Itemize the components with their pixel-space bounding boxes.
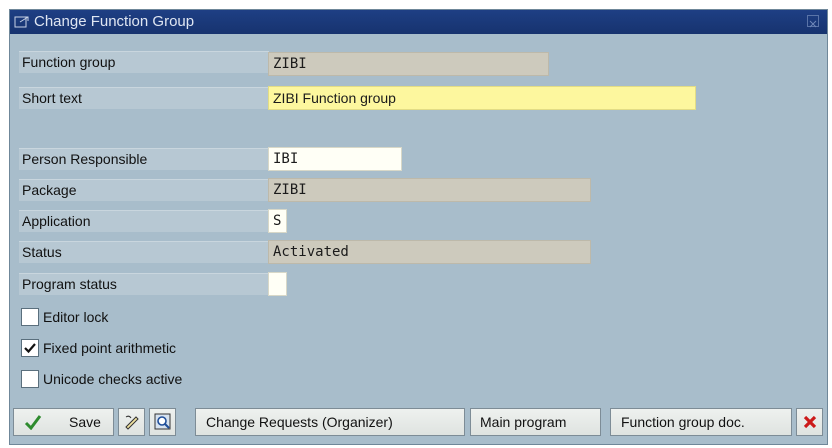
edit-button[interactable] bbox=[118, 408, 145, 436]
function-group-row: Function group bbox=[19, 51, 269, 73]
main-program-button[interactable]: Main program bbox=[470, 408, 601, 436]
person-responsible-row: Person Responsible bbox=[19, 148, 269, 170]
person-responsible-input[interactable]: IBI bbox=[268, 147, 402, 171]
unicode-checks-checkbox[interactable] bbox=[21, 370, 39, 388]
person-responsible-label: Person Responsible bbox=[22, 151, 148, 167]
main-program-label: Main program bbox=[480, 414, 567, 430]
button-toolbar: Save Change Requests (Organizer) Main pr… bbox=[10, 402, 827, 444]
application-row: Application bbox=[19, 210, 269, 232]
program-status-label: Program status bbox=[22, 276, 117, 292]
function-group-doc-label: Function group doc. bbox=[621, 414, 745, 430]
status-field: Activated bbox=[268, 240, 591, 264]
window-title: Change Function Group bbox=[34, 13, 195, 30]
change-requests-button[interactable]: Change Requests (Organizer) bbox=[195, 408, 465, 436]
application-input[interactable]: S bbox=[268, 209, 287, 233]
save-label: Save bbox=[69, 414, 101, 430]
package-field: ZIBI bbox=[268, 178, 591, 202]
checkmark-icon bbox=[24, 415, 42, 430]
change-function-group-dialog: Change Function Group Function group ZIB… bbox=[9, 9, 828, 445]
short-text-input[interactable]: ZIBI Function group bbox=[268, 86, 696, 110]
window-icon bbox=[14, 15, 30, 29]
application-label: Application bbox=[22, 213, 91, 229]
function-group-label: Function group bbox=[22, 54, 116, 70]
checkmark-icon bbox=[24, 343, 36, 354]
fixed-point-arithmetic-label: Fixed point arithmetic bbox=[43, 340, 177, 356]
unicode-checks-label: Unicode checks active bbox=[43, 371, 183, 387]
short-text-label: Short text bbox=[22, 90, 82, 106]
function-group-doc-button[interactable]: Function group doc. bbox=[610, 408, 792, 436]
function-group-field: ZIBI bbox=[268, 52, 549, 76]
save-button[interactable]: Save bbox=[13, 408, 114, 436]
short-text-row: Short text bbox=[19, 87, 269, 109]
program-status-input[interactable] bbox=[268, 272, 287, 296]
cancel-icon bbox=[803, 415, 817, 429]
editor-lock-checkbox[interactable] bbox=[21, 308, 39, 326]
status-row: Status bbox=[19, 241, 269, 263]
editor-lock-label: Editor lock bbox=[43, 309, 109, 325]
close-icon[interactable] bbox=[807, 15, 819, 28]
package-row: Package bbox=[19, 179, 269, 201]
edit-icon bbox=[125, 415, 139, 430]
change-requests-label: Change Requests (Organizer) bbox=[206, 414, 393, 430]
program-status-row: Program status bbox=[19, 273, 269, 295]
cancel-button[interactable] bbox=[796, 408, 823, 436]
find-button[interactable] bbox=[149, 408, 176, 436]
find-icon bbox=[154, 413, 171, 430]
status-label: Status bbox=[22, 244, 62, 260]
package-label: Package bbox=[22, 182, 77, 198]
title-bar: Change Function Group bbox=[10, 10, 827, 34]
fixed-point-arithmetic-checkbox[interactable] bbox=[21, 339, 39, 357]
